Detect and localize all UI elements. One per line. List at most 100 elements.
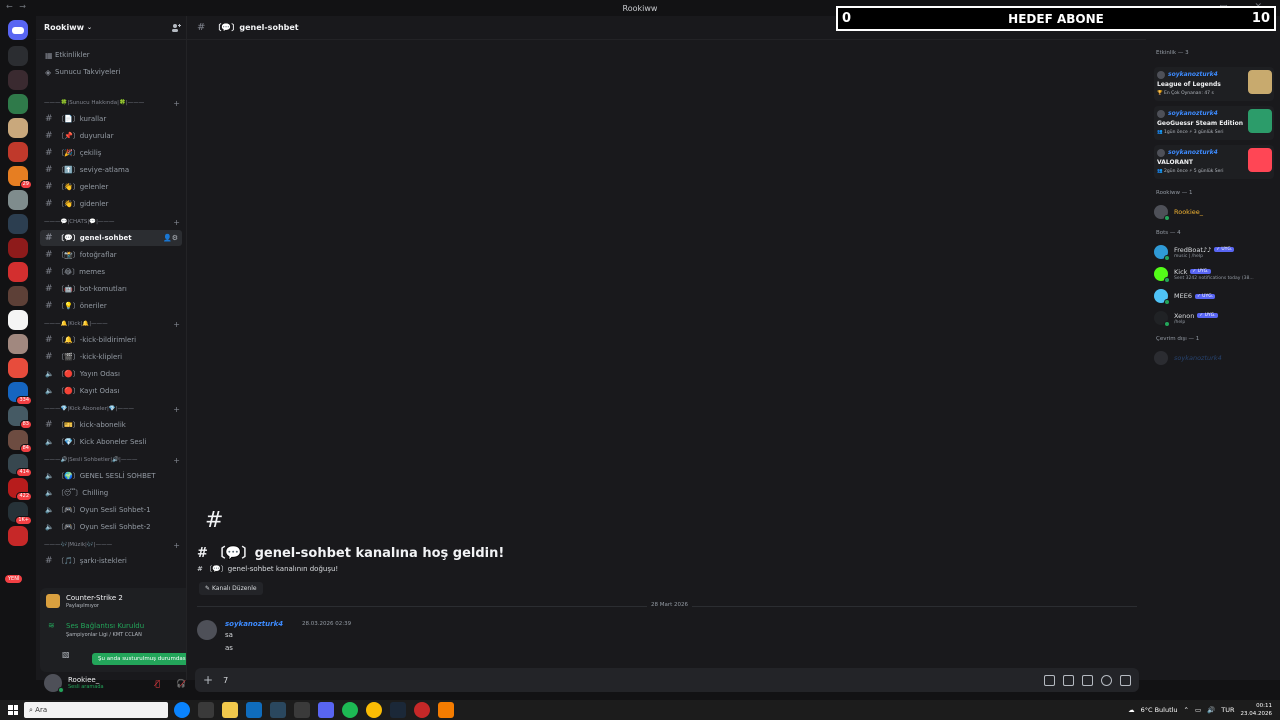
text-channel[interactable]: # 〔📄〕kurallar: [40, 111, 182, 127]
weather-icon[interactable]: ☁: [1128, 706, 1135, 714]
network-icon[interactable]: ▭: [1195, 706, 1201, 714]
windows-start-icon[interactable]: [5, 702, 21, 718]
voice-channel[interactable]: 🔈 〔🔴〕Kayıt Odası: [40, 383, 182, 399]
server-icon[interactable]: [8, 118, 28, 138]
message-avatar[interactable]: [197, 620, 217, 640]
steam-icon[interactable]: [270, 702, 286, 718]
server-icon[interactable]: 414: [8, 454, 32, 477]
add-channel-icon[interactable]: +: [173, 456, 180, 465]
chrome-icon[interactable]: [366, 702, 382, 718]
mute-mic-icon[interactable]: 🎙̸: [155, 679, 160, 688]
server-icon[interactable]: 83: [8, 406, 32, 429]
activity-card[interactable]: soykanozturk4 VALORANT 👥 2gün önce ⚡ 5 gün…: [1154, 145, 1274, 179]
text-channel[interactable]: # 〔🤖〕bot-komutları: [40, 281, 182, 297]
voice-channel[interactable]: 🔈 〔🎮〕Oyun Sesli Sohbet-1: [40, 502, 182, 518]
spotify-icon[interactable]: [342, 702, 358, 718]
voice-channel[interactable]: 🔈 〔🔴〕Yayın Odası: [40, 366, 182, 382]
channel-category[interactable]: ———🎶|Müzik|🎶|——— +: [44, 539, 182, 551]
text-channel[interactable]: # 〔⬆️〕seviye-atlama: [40, 162, 182, 178]
text-channel[interactable]: # 〔👋〕gelenler: [40, 179, 182, 195]
channel-category[interactable]: ———🔔|Kick|🔔|——— +: [44, 318, 182, 330]
channel-category[interactable]: ———🔊|Sesli Sohbetler|🔊|——— +: [44, 454, 182, 466]
channel-category[interactable]: ———💬|CHATS|💬|——— +: [44, 216, 182, 228]
edit-channel-button[interactable]: ✎ Kanalı Düzenle: [199, 582, 263, 595]
add-channel-icon[interactable]: +: [173, 405, 180, 414]
tray-chevron-icon[interactable]: ⌃: [1184, 706, 1189, 714]
voice-channel[interactable]: 🔈 〔😴〕Chilling: [40, 485, 182, 501]
server-icon[interactable]: [8, 238, 28, 258]
steam-icon[interactable]: [390, 702, 406, 718]
nav-arrows[interactable]: ← →: [6, 2, 28, 11]
mail-icon[interactable]: [246, 702, 262, 718]
channel-category[interactable]: ———🍀|Sunucu Hakkında|🍀|——— +: [44, 97, 182, 109]
add-channel-icon[interactable]: +: [173, 320, 180, 329]
text-channel[interactable]: # 〔🎉〕çekiliş: [40, 145, 182, 161]
text-channel[interactable]: # 〔💬〕genel-sohbet 👤⚙: [40, 230, 182, 246]
sidebar-top-item[interactable]: ◈ Sunucu Takviyeleri: [40, 64, 182, 80]
clock[interactable]: 00:11 23.04.2026: [1241, 702, 1273, 718]
server-icon[interactable]: 334: [8, 382, 32, 405]
file-explorer-icon[interactable]: [222, 702, 238, 718]
voice-channel[interactable]: 🔈 〔🎮〕Oyun Sesli Sohbet-2: [40, 519, 182, 535]
text-channel[interactable]: # 〔🔔〕-kick-bildirimleri: [40, 332, 182, 348]
edge-icon[interactable]: [174, 702, 190, 718]
add-channel-icon[interactable]: +: [173, 99, 180, 108]
voice-channel[interactable]: 🔈 〔💎〕Kick Aboneler Sesli: [40, 434, 182, 450]
text-channel[interactable]: # 〔📌〕duyurular: [40, 128, 182, 144]
apps-icon[interactable]: [1120, 674, 1131, 686]
taskview-icon[interactable]: [198, 702, 214, 718]
add-channel-icon[interactable]: +: [173, 218, 180, 227]
language-indicator[interactable]: TUR: [1221, 706, 1234, 714]
app-icon[interactable]: [438, 702, 454, 718]
gif-icon[interactable]: [1063, 674, 1074, 686]
server-icon[interactable]: 1K+: [8, 502, 32, 525]
server-icon[interactable]: [8, 334, 28, 354]
member-row[interactable]: Xenon ✓ UYG./help: [1154, 308, 1276, 328]
weather-text[interactable]: 6°C Bulutlu: [1141, 706, 1178, 714]
volume-icon[interactable]: 🔊: [1207, 706, 1215, 714]
add-channel-icon[interactable]: +: [173, 541, 180, 550]
add-attachment-icon[interactable]: +: [203, 673, 213, 687]
app-icon[interactable]: [414, 702, 430, 718]
channel-tools-icon[interactable]: 👤⚙: [163, 234, 178, 242]
server-icon[interactable]: 29: [8, 166, 32, 189]
channel-category[interactable]: ———💎|Kick Aboneler|💎|——— +: [44, 403, 182, 415]
gift-icon[interactable]: [1044, 674, 1055, 686]
discord-icon[interactable]: [318, 702, 334, 718]
video-icon[interactable]: ▧: [62, 650, 70, 659]
member-row[interactable]: MEE6 ✓ UYG.: [1154, 286, 1276, 306]
server-icon[interactable]: [8, 214, 28, 234]
server-icon[interactable]: [8, 190, 28, 210]
activity-card[interactable]: soykanozturk4 League of Legends 🏆 En Çok O…: [1154, 67, 1274, 101]
app-icon[interactable]: [294, 702, 310, 718]
text-channel[interactable]: # 〔👋〕gidenler: [40, 196, 182, 212]
member-row[interactable]: soykanozturk4: [1154, 348, 1276, 368]
server-icon[interactable]: [8, 358, 28, 378]
text-channel[interactable]: # 〔😂〕memes: [40, 264, 182, 280]
sticker-icon[interactable]: [1082, 674, 1093, 686]
server-icon[interactable]: 422: [8, 478, 32, 501]
composer-input[interactable]: 7: [223, 676, 228, 685]
text-channel[interactable]: # 〔🎫〕kick-abonelik: [40, 417, 182, 433]
text-channel[interactable]: # 〔🎵〕şarkı-istekleri: [40, 553, 182, 569]
discord-home-icon[interactable]: [8, 20, 28, 40]
text-channel[interactable]: # 〔📸〕fotoğraflar: [40, 247, 182, 263]
server-icon[interactable]: [8, 46, 28, 66]
text-channel[interactable]: # 〔💡〕öneriler: [40, 298, 182, 314]
voice-channel[interactable]: 🔈 〔🌍〕GENEL SESLİ SOHBET: [40, 468, 182, 484]
user-avatar[interactable]: [44, 674, 64, 693]
server-icon[interactable]: [8, 310, 28, 330]
server-icon[interactable]: [8, 262, 28, 282]
message-composer[interactable]: + 7: [195, 668, 1139, 692]
server-icon[interactable]: 84: [8, 430, 32, 453]
add-user-icon[interactable]: [171, 23, 181, 33]
text-channel[interactable]: # 〔🎬〕-kick-klipleri: [40, 349, 182, 365]
emoji-icon[interactable]: [1101, 674, 1112, 686]
member-row[interactable]: FredBoat♪♪ ✓ UYG. music | /help: [1154, 242, 1276, 262]
server-icon[interactable]: [8, 286, 28, 306]
taskbar-search[interactable]: ⌕ Ara: [24, 702, 168, 718]
member-row[interactable]: Kick ✓ UYG. Sent 3242 notifications today …: [1154, 264, 1276, 284]
activity-card[interactable]: soykanozturk4 GeoGuessr Steam Edition 👥 1g…: [1154, 106, 1274, 140]
server-icon[interactable]: [8, 94, 28, 114]
server-icon[interactable]: [8, 142, 28, 162]
